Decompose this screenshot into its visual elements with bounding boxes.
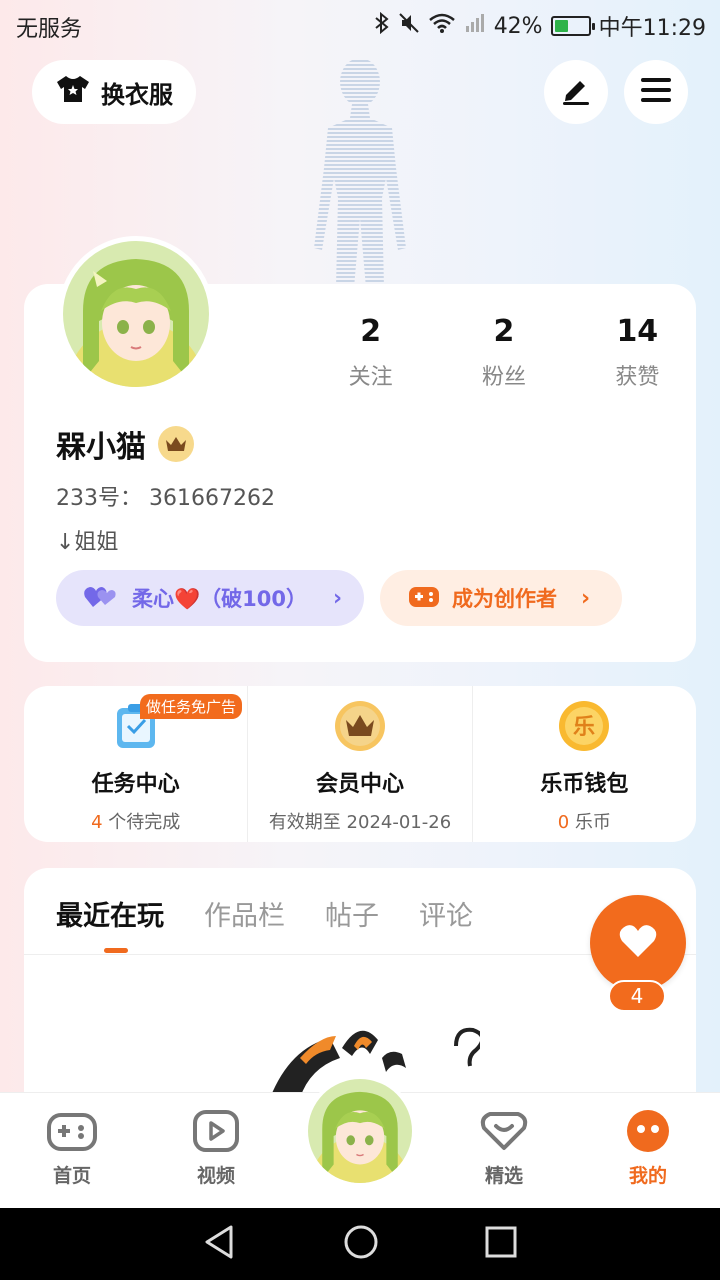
soft-heart-label: 柔心❤️（破100） [132,587,307,611]
tab-recently-played[interactable]: 最近在玩 [56,894,164,953]
profile-face-icon [598,1109,698,1153]
wallet-item[interactable]: 乐 乐币钱包 0 乐币 [471,686,696,842]
nav-center-avatar[interactable] [304,1075,416,1187]
task-ad-free-badge: 做任务免广告 [140,694,243,719]
wallet-title: 乐币钱包 [540,772,629,797]
nav-video-label: 视频 [196,1165,235,1187]
recent-apps-icon[interactable] [485,1226,517,1262]
username: 槑小猫 [56,430,146,465]
favorite-count-badge: 4 [608,980,666,1012]
task-center-item[interactable]: 任务中心 4 个待完成 做任务免广告 [24,686,247,842]
bluetooth-icon [374,11,390,40]
task-pending-count: 4 [91,812,103,833]
followers-label: 粉丝 [481,365,526,390]
chevron-right-icon: › [581,585,591,611]
stats-row: 2 关注 2 粉丝 14 获赞 [304,314,704,391]
menu-button[interactable] [624,60,688,124]
hamburger-icon [640,77,672,107]
vip-crown-icon[interactable] [158,426,194,462]
vip-center-item[interactable]: 会员中心 有效期至 2024-01-26 [247,686,471,842]
task-center-title: 任务中心 [91,772,180,797]
user-id: 233号： 361667262 [56,486,275,511]
vip-crown-icon [334,700,386,752]
nav-home-label: 首页 [52,1165,91,1187]
signal-icon [464,12,486,40]
vip-center-title: 会员中心 [315,772,404,797]
pen-icon [560,75,592,109]
wallet-unit: 乐币 [569,812,611,833]
shirt-icon [55,74,91,110]
gamepad-icon [22,1109,122,1153]
wifi-icon [428,12,456,40]
home-circle-icon[interactable] [343,1224,379,1264]
nav-featured-label: 精选 [484,1165,523,1187]
tab-bar: 最近在玩 作品栏 帖子 评论 [56,894,473,953]
change-outfit-label: 换衣服 [101,80,173,109]
back-icon[interactable] [203,1224,237,1264]
change-outfit-button[interactable]: 换衣服 [32,60,196,124]
battery-percent: 42% [493,13,543,39]
bottom-navigation: 首页 视频 精选 我的 [0,1075,720,1208]
nav-home[interactable]: 首页 [22,1109,122,1188]
services-card: 任务中心 4 个待完成 做任务免广告 会员中心 有效期至 2024-01-26 … [24,686,696,842]
nav-mine-label: 我的 [628,1165,667,1187]
edit-profile-button[interactable] [544,60,608,124]
followers-count: 2 [493,314,515,349]
likes-count: 14 [616,314,659,349]
profile-avatar[interactable] [58,236,214,392]
followers-stat[interactable]: 2 粉丝 [437,314,570,391]
task-pending-suffix: 个待完成 [102,812,181,833]
user-bio: ↓姐姐 [56,530,119,555]
following-label: 关注 [348,365,393,390]
svg-text:乐: 乐 [573,715,595,740]
system-navigation-bar [0,1208,720,1280]
nav-featured[interactable]: 精选 [454,1109,554,1188]
nav-mine[interactable]: 我的 [598,1109,698,1188]
tab-posts[interactable]: 帖子 [325,894,379,933]
tab-comments[interactable]: 评论 [419,894,473,933]
following-stat[interactable]: 2 关注 [304,314,437,391]
gamepad-icon [408,583,440,614]
nav-video[interactable]: 视频 [166,1109,266,1188]
status-bar: 无服务 42% 中午11:29 [0,0,720,50]
chevron-right-icon: › [332,585,343,611]
tab-works[interactable]: 作品栏 [204,894,285,933]
clock: 中午11:29 [598,16,706,41]
mute-icon [398,12,420,40]
wallet-balance: 0 [557,812,570,833]
play-icon [166,1109,266,1153]
become-creator-label: 成为创作者 [452,587,557,611]
following-count: 2 [360,314,382,349]
hearts-icon [84,583,118,614]
carrier-text: 无服务 [16,17,83,42]
favorite-float-button[interactable] [590,895,686,991]
coin-icon: 乐 [558,700,610,752]
likes-stat[interactable]: 14 获赞 [571,314,704,391]
battery-icon [550,16,595,36]
heart-shield-icon [454,1109,554,1153]
heart-icon [618,923,658,963]
avatar-figure-hologram[interactable] [288,48,432,288]
soft-heart-badge-button[interactable]: 柔心❤️（破100） › [56,570,364,626]
become-creator-button[interactable]: 成为创作者 › [380,570,622,626]
likes-label: 获赞 [615,365,660,390]
vip-expiry: 有效期至 2024-01-26 [268,812,452,833]
